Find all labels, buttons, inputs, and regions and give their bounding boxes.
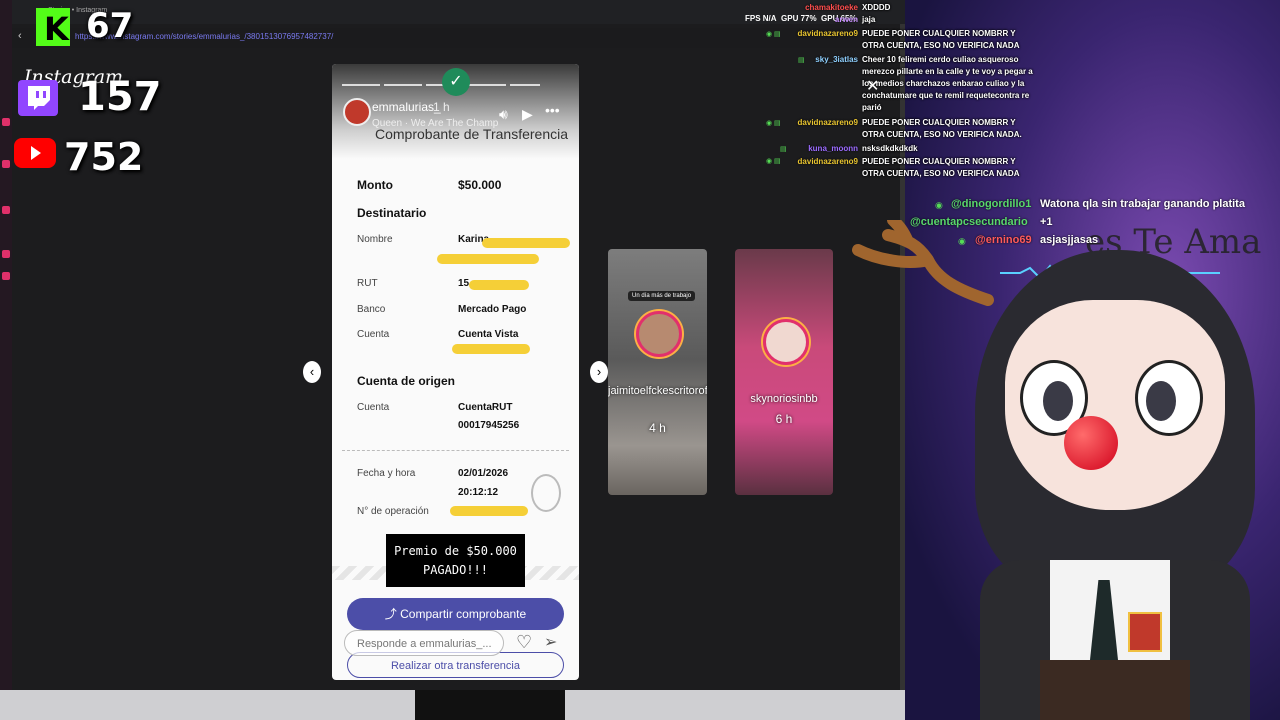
side-story-time: 4 h [649,421,666,435]
story-viewer[interactable]: ✓ emmalurias_ 1 h Queen · We Are The Cha… [332,64,579,680]
operacion-label: N° de operación [357,506,429,517]
monto-value: $50.000 [458,178,502,192]
story-progress-bar [468,84,506,86]
story-progress-bar [342,84,380,86]
side-story-tag: Un día más de trabajo [628,291,696,301]
origen-cuenta-number: 00017945256 [458,420,520,431]
twitch-viewer-count: 157 [78,74,162,120]
avatar-pin-icon [1128,612,1162,652]
prize-line-2: PAGADO!!! [422,563,489,577]
check-icon: ✓ [442,68,470,96]
prize-line-1: Premio de $50.000 [394,544,517,558]
youtube-logo-icon [14,138,56,168]
twitch-logo-icon [18,80,58,116]
chat-username[interactable]: davidnazareno9 [760,157,858,166]
origen-label: Cuenta de origen [357,374,456,388]
chat2-message: asjasjjasas [1040,234,1099,246]
send-icon[interactable]: ➢ [544,632,557,652]
rut-value: 15 [458,278,470,289]
chat2-message: +1 [1040,216,1053,228]
chat-username[interactable]: davidnazareno9 [760,118,858,127]
side-story-username: skynoriosinbb [750,393,818,405]
chat-message: PUEDE PONER CUALQUIER NOMBRR Y OTRA CUEN… [862,157,1020,178]
share-button-label: Compartir comprobante [400,607,527,621]
chat-username[interactable]: sky_3iatlas [760,55,858,64]
chat2-username[interactable]: @cuentapcsecundario [910,216,1028,228]
side-rail [0,0,12,690]
monto-label: Monto [357,178,393,192]
side-story-time: 6 h [775,412,793,426]
side-story-card[interactable]: skynoriosinbb 6 h [735,249,833,495]
clown-nose-icon [1064,416,1118,470]
story-progress-bar [384,84,422,86]
play-icon[interactable]: ▶ [522,106,533,123]
rut-label: RUT [357,278,378,289]
fecha-label: Fecha y hora [357,468,416,479]
chat2-username[interactable]: @dinogordillo1 [951,198,1031,210]
story-username[interactable]: emmalurias_ [372,100,441,114]
redaction-mark [469,280,529,290]
story-avatar[interactable] [343,98,371,126]
rail-app-icon[interactable] [2,206,10,214]
taskbar-shadow [415,690,565,720]
destinatario-label: Destinatario [357,206,427,220]
redaction-mark [437,254,539,264]
back-arrow-icon[interactable]: ‹ [18,30,22,42]
chat-message: jaja [862,15,876,24]
prize-sticker: Premio de $50.000 PAGADO!!! [386,534,525,587]
side-story-card[interactable]: Un día más de trabajo jaimitoelfckescrit… [608,249,707,495]
rail-app-icon[interactable] [2,160,10,168]
chat-badge-icon: ◉ [958,236,966,246]
cuenta-value: Cuenta Vista [458,329,519,340]
origen-cuenta-label: Cuenta [357,402,390,413]
kick-logo-icon: K [36,8,70,48]
share-icon: ⤴ [384,607,401,621]
redaction-mark [452,344,530,354]
side-story-avatar [763,319,809,365]
chat-username[interactable]: arwen [760,15,858,24]
banco-label: Banco [357,304,386,315]
more-options-icon[interactable]: ••• [545,102,560,118]
side-story-avatar [636,311,682,357]
reply-input[interactable]: Responde a emmalurias_... [344,630,504,656]
previous-story-arrow-icon[interactable]: ‹ [303,361,321,383]
chat2-username[interactable]: @ernino69 [975,234,1032,246]
hora-value: 20:12:12 [458,487,499,498]
youtube-viewer-count: 752 [64,135,144,179]
chat-badge-icon: ◉ [935,200,943,210]
next-story-arrow-icon[interactable]: › [590,361,608,383]
rail-app-icon[interactable] [2,118,10,126]
chat-message: nsksdkdkdkdk [862,144,918,153]
receipt-title: Comprobante de Transferencia [375,126,568,142]
chat-username[interactable]: chamakitoeke [760,3,858,12]
redaction-mark [482,238,570,248]
heart-icon[interactable]: ♡ [516,632,532,653]
volume-icon[interactable]: 🔊︎ [499,106,508,123]
fecha-value: 02/01/2026 [458,468,509,479]
redaction-mark [450,506,528,516]
rail-app-icon[interactable] [2,272,10,280]
chat-message: Cheer 10 feliremi cerdo culiao asqueroso… [862,55,1033,112]
avatar-apron [1040,660,1190,720]
chat-message: PUEDE PONER CUALQUIER NOMBRR Y OTRA CUEN… [862,29,1020,50]
cuenta-label: Cuenta [357,329,390,340]
story-time: 1 h [433,100,450,114]
origen-cuenta-value: CuentaRUT [458,402,513,413]
share-receipt-button[interactable]: ⤴ Compartir comprobante [347,598,564,630]
close-icon[interactable]: ✕ [866,76,879,96]
banco-value: Mercado Pago [458,304,527,315]
side-story-username: jaimitoelfckescritoroficial [608,385,707,397]
chat2-message: Watona qla sin trabajar ganando platita [1040,198,1245,210]
rail-app-icon[interactable] [2,250,10,258]
receipt-divider [342,450,569,451]
chat-message: XDDDD [862,3,891,12]
chat-username[interactable]: davidnazareno9 [760,29,858,38]
nombre-label: Nombre [357,234,393,245]
avatar-right-eye [1135,360,1203,436]
chat-username[interactable]: kuna_moonn [760,144,858,153]
story-progress-bar [510,84,540,86]
verification-seal-icon [531,474,561,512]
chat-message: PUEDE PONER CUALQUIER NOMBRR Y OTRA CUEN… [862,118,1022,139]
kick-viewer-count: 67 [86,6,134,46]
